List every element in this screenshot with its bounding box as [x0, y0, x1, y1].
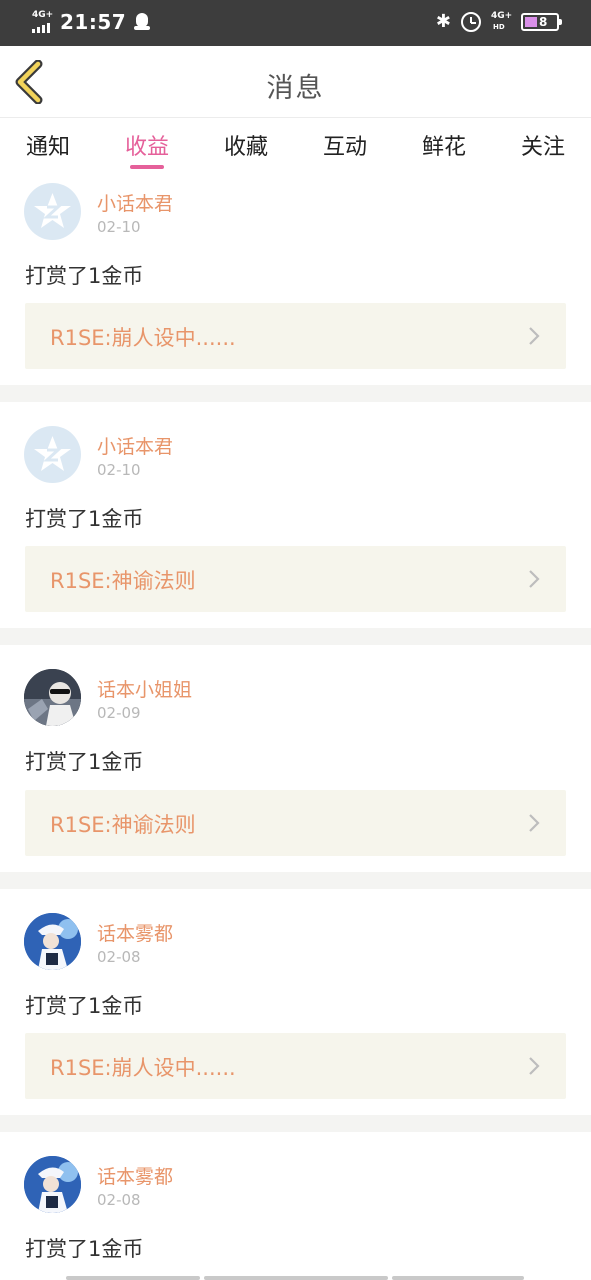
list-item: 话本雾都 02-08 打赏了1金币 R1SE:崩人设中...... [0, 889, 591, 1115]
item-date: 02-08 [97, 948, 141, 966]
avatar[interactable] [24, 183, 81, 240]
bluetooth-icon: ✱ [435, 11, 451, 32]
work-link[interactable]: R1SE:崩人设中...... [25, 1033, 566, 1099]
tab-indicator [130, 165, 164, 169]
app-header: 消息 [0, 46, 591, 118]
separator [0, 1115, 591, 1132]
work-link[interactable]: R1SE:崩人设中...... [25, 303, 566, 369]
separator [0, 385, 591, 402]
signal-icon: 4G+ [32, 10, 54, 33]
signal-icon: 4G+ HD [491, 11, 513, 32]
work-title: R1SE:崩人设中...... [50, 1056, 236, 1080]
avatar[interactable] [24, 1156, 81, 1213]
tab-favorites[interactable]: 收藏 [216, 129, 276, 161]
work-title: R1SE:神谕法则 [50, 813, 196, 837]
user-name[interactable]: 话本小姐姐 [97, 675, 192, 702]
clock: 21:57 [60, 10, 127, 34]
list-item: 话本小姐姐 02-09 打赏了1金币 R1SE:神谕法则 [0, 645, 591, 872]
default-avatar-icon [34, 436, 71, 471]
item-date: 02-10 [97, 461, 141, 479]
list-item: 话本雾都 02-08 打赏了1金币 [0, 1132, 591, 1280]
status-bar: 4G+ 21:57 ✱ 4G+ HD 8 [0, 0, 591, 46]
chevron-right-icon [529, 327, 540, 345]
work-link[interactable]: R1SE:神谕法则 [25, 790, 566, 856]
user-name[interactable]: 话本雾都 [97, 919, 173, 946]
list-item: 小话本君 02-10 打赏了1金币 R1SE:神谕法则 [0, 402, 591, 628]
chevron-right-icon [529, 570, 540, 588]
avatar[interactable] [24, 913, 81, 970]
item-message: 打赏了1金币 [25, 1237, 144, 1261]
chevron-right-icon [529, 1057, 540, 1075]
tab-bar: 通知 收益 收藏 互动 鲜花 关注 [0, 119, 591, 173]
item-message: 打赏了1金币 [25, 507, 144, 531]
network-sub-label: HD [493, 23, 505, 31]
tab-notification[interactable]: 通知 [18, 129, 78, 161]
user-name[interactable]: 小话本君 [97, 432, 173, 459]
tab-interaction[interactable]: 互动 [315, 129, 375, 161]
network-label: 4G+ [491, 11, 513, 21]
tab-following[interactable]: 关注 [513, 129, 573, 161]
network-label: 4G+ [32, 10, 54, 20]
user-photo-icon [24, 1156, 81, 1213]
work-title: R1SE:神谕法则 [50, 569, 196, 593]
avatar[interactable] [24, 669, 81, 726]
item-message: 打赏了1金币 [25, 750, 144, 774]
item-date: 02-10 [97, 218, 141, 236]
default-avatar-icon [34, 193, 71, 228]
battery-icon: 8 [521, 13, 562, 31]
item-message: 打赏了1金币 [25, 264, 144, 288]
page-title: 消息 [266, 73, 325, 104]
item-date: 02-09 [97, 704, 141, 722]
user-name[interactable]: 话本雾都 [97, 1162, 173, 1189]
user-name[interactable]: 小话本君 [97, 189, 173, 216]
status-right: ✱ 4G+ HD 8 [435, 11, 562, 32]
tab-earnings[interactable]: 收益 [117, 129, 177, 161]
list-item: 小话本君 02-10 打赏了1金币 R1SE:崩人设中...... [0, 174, 591, 385]
scroll-indicator [0, 1276, 591, 1280]
separator [0, 628, 591, 645]
tab-flowers[interactable]: 鲜花 [414, 129, 474, 161]
item-date: 02-08 [97, 1191, 141, 1209]
work-title: R1SE:崩人设中...... [50, 326, 236, 350]
status-left: 4G+ 21:57 [32, 10, 151, 34]
qq-icon [134, 13, 151, 31]
avatar[interactable] [24, 426, 81, 483]
work-link[interactable]: R1SE:神谕法则 [25, 546, 566, 612]
battery-level: 8 [539, 15, 548, 29]
user-photo-icon [24, 913, 81, 970]
user-photo-icon [24, 669, 81, 726]
alarm-icon [461, 12, 481, 32]
chevron-right-icon [529, 814, 540, 832]
separator [0, 872, 591, 889]
item-message: 打赏了1金币 [25, 994, 144, 1018]
